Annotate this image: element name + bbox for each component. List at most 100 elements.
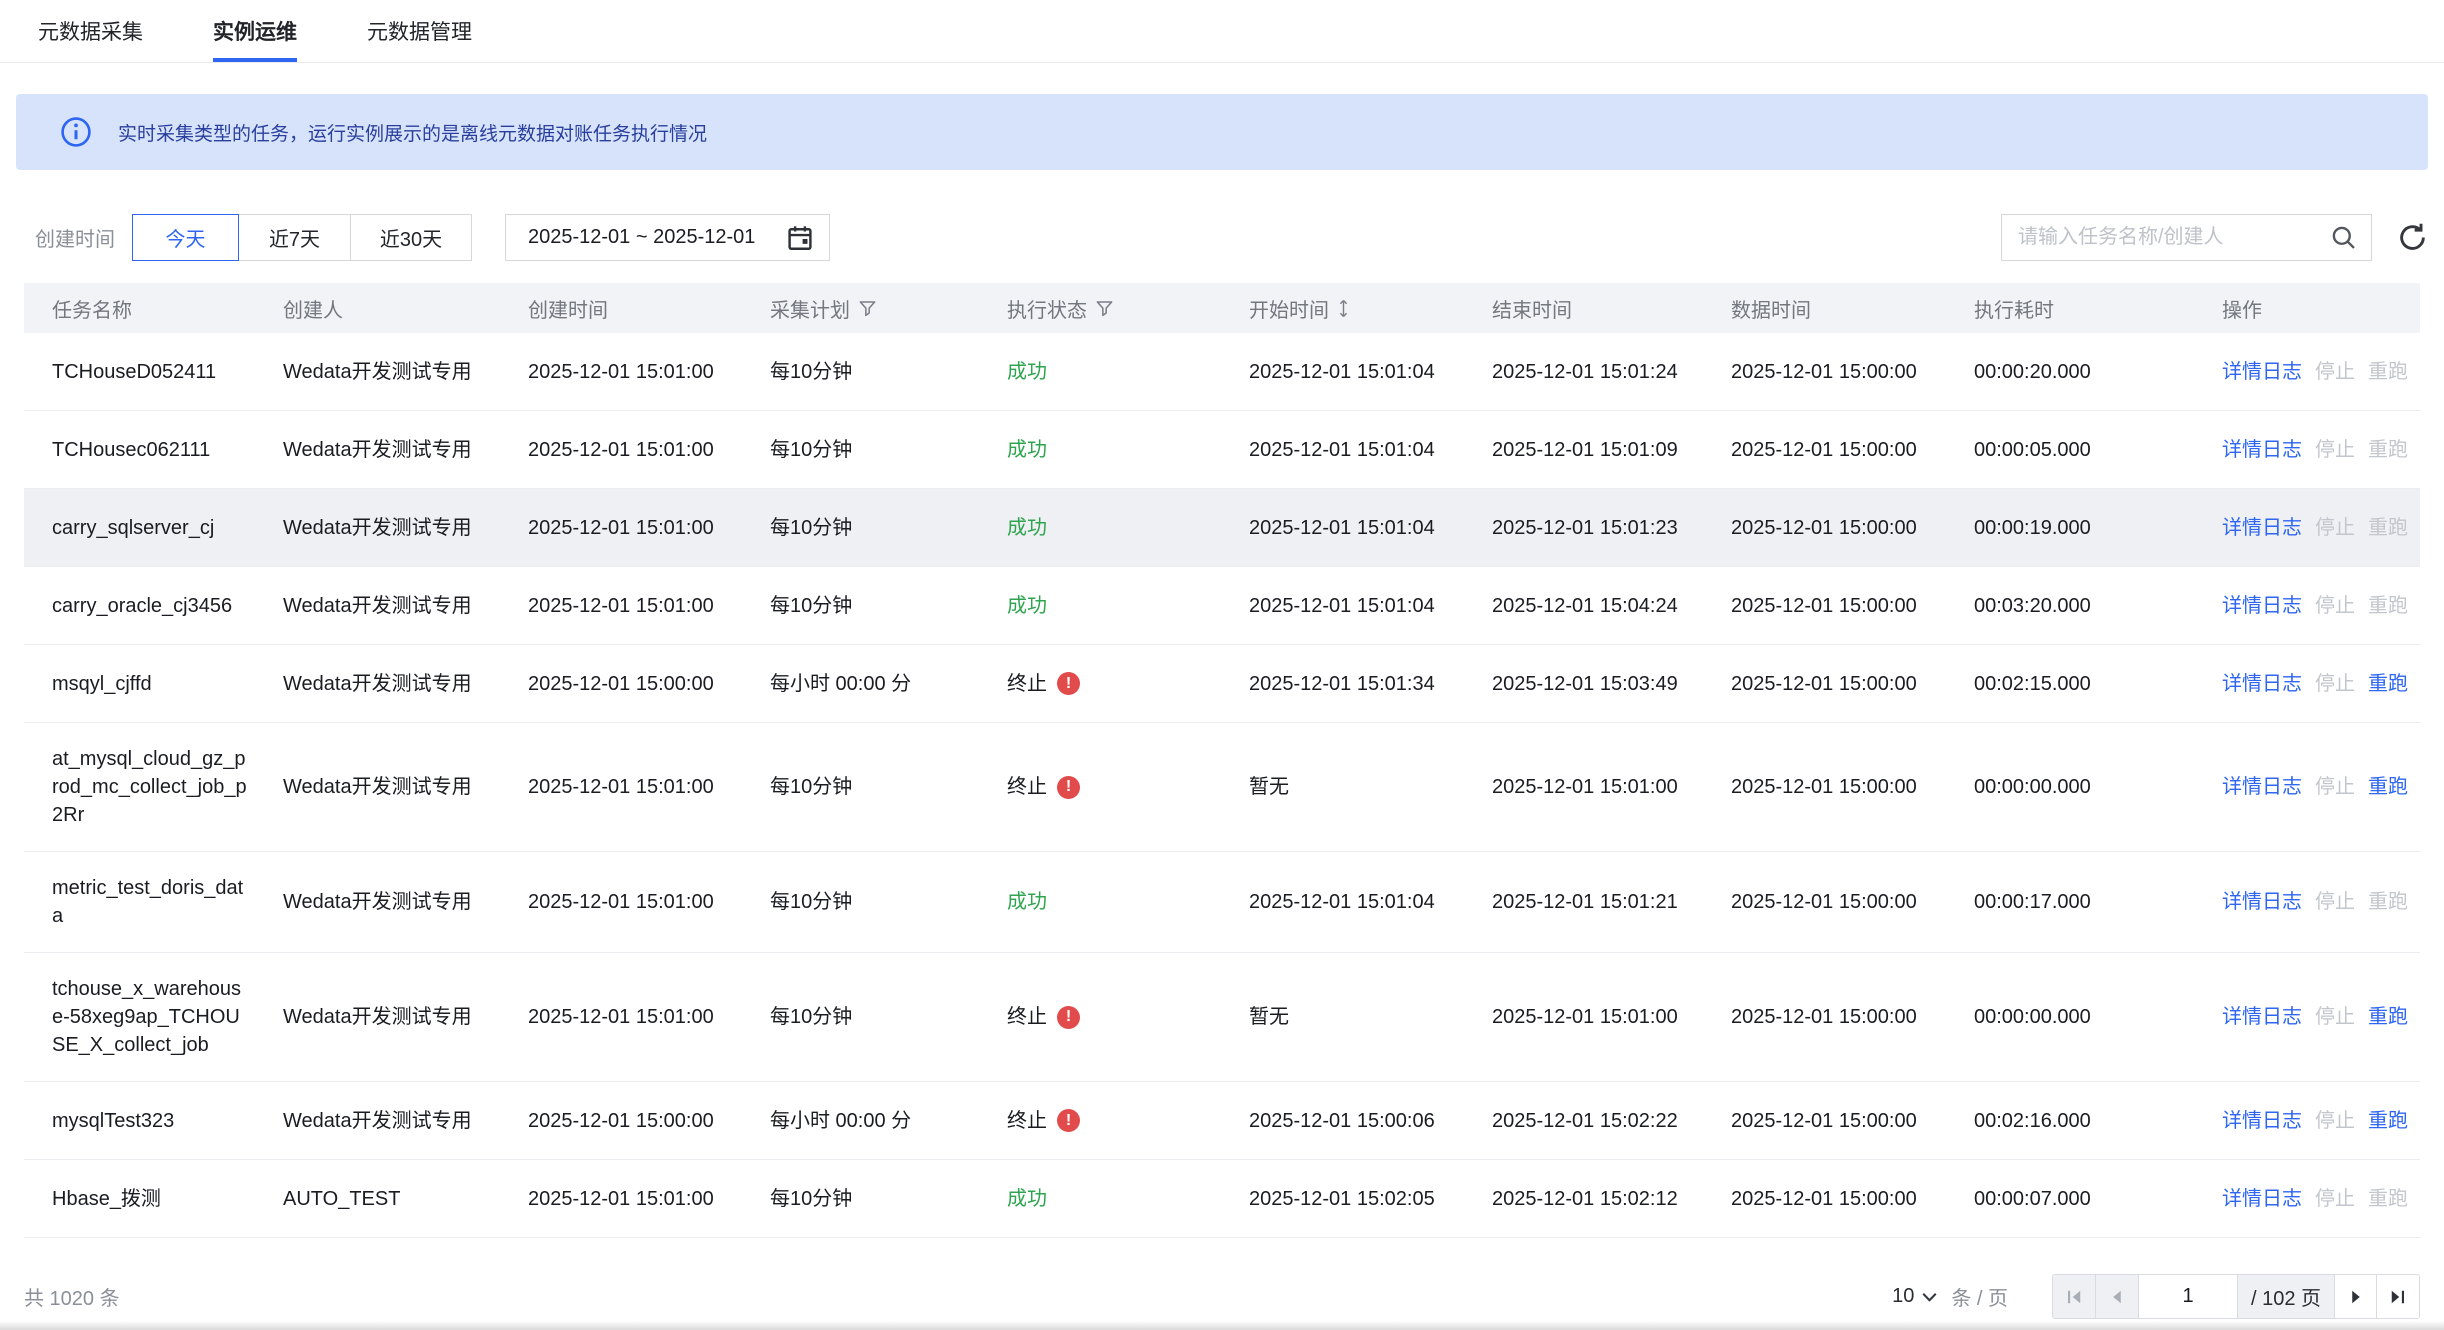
cell-schedule: 每小时 00:00 分 — [751, 645, 988, 722]
filter-icon[interactable] — [858, 299, 877, 318]
detail-log-link[interactable]: 详情日志 — [2222, 888, 2302, 916]
status-text: 终止 — [1007, 670, 1047, 698]
cell-schedule-text: 每10分钟 — [770, 888, 852, 916]
cell-duration: 00:00:07.000 — [1955, 1160, 2203, 1237]
rerun-link[interactable]: 重跑 — [2368, 773, 2408, 801]
search-icon[interactable] — [2330, 224, 2357, 251]
cell-data-time: 2025-12-01 15:00:00 — [1712, 1160, 1955, 1237]
cell-task-name-text: carry_sqlserver_cj — [52, 514, 214, 542]
cell-start-time: 2025-12-01 15:02:05 — [1230, 1160, 1473, 1237]
last-page-button[interactable] — [2377, 1275, 2419, 1318]
detail-log-link[interactable]: 详情日志 — [2222, 592, 2302, 620]
cell-actions: 详情日志停止重跑 — [2203, 567, 2420, 644]
column-label: 创建时间 — [528, 294, 608, 323]
cell-task-name: carry_sqlserver_cj — [24, 489, 264, 566]
cell-data-time-text: 2025-12-01 15:00:00 — [1731, 1003, 1917, 1031]
date-range-picker[interactable]: 2025-12-01 ~ 2025-12-01 — [505, 214, 830, 261]
cell-duration-text: 00:00:20.000 — [1974, 358, 2091, 386]
search-box — [2001, 214, 2372, 261]
status-text: 成功 — [1007, 514, 1047, 542]
cell-start-time-text: 2025-12-01 15:01:04 — [1249, 436, 1435, 464]
column-header-name: 任务名称 — [24, 283, 264, 333]
cell-created-time-text: 2025-12-01 15:01:00 — [528, 358, 714, 386]
detail-log-link[interactable]: 详情日志 — [2222, 358, 2302, 386]
first-page-button — [2053, 1275, 2096, 1318]
cell-schedule: 每10分钟 — [751, 852, 988, 952]
refresh-button[interactable] — [2394, 220, 2430, 256]
detail-log-link[interactable]: 详情日志 — [2222, 1107, 2302, 1135]
pagination: 10 条 / 页 / 102 页 — [1892, 1274, 2420, 1319]
table-row: TCHouseD052411Wedata开发测试专用2025-12-01 15:… — [24, 333, 2420, 411]
cell-data-time: 2025-12-01 15:00:00 — [1712, 645, 1955, 722]
cell-start-time: 2025-12-01 15:01:04 — [1230, 489, 1473, 566]
sort-icon[interactable] — [1337, 299, 1350, 318]
date-range-value: 2025-12-01 ~ 2025-12-01 — [528, 226, 755, 249]
cell-schedule: 每小时 00:00 分 — [751, 1082, 988, 1159]
table-row: carry_oracle_cj3456 Wedata开发测试专用 2025-12-0… — [24, 567, 2420, 645]
cell-creator: Wedata开发测试专用 — [264, 567, 509, 644]
detail-log-link[interactable]: 详情日志 — [2222, 1003, 2302, 1031]
stop-link: 停止 — [2315, 592, 2355, 620]
info-banner: 实时采集类型的任务，运行实例展示的是离线元数据对账任务执行情况 — [16, 94, 2428, 170]
chevron-down-icon — [1922, 1292, 1937, 1302]
search-input[interactable] — [2018, 226, 2330, 249]
column-header-start: 开始时间 — [1230, 283, 1473, 333]
rerun-link: 重跑 — [2368, 436, 2408, 464]
current-page-input[interactable] — [2139, 1275, 2238, 1318]
cell-end-time-text: 2025-12-01 15:02:22 — [1492, 1107, 1678, 1135]
detail-log-link[interactable]: 详情日志 — [2222, 514, 2302, 542]
detail-log-link[interactable]: 详情日志 — [2222, 1185, 2302, 1213]
cell-creator: AUTO_TEST — [264, 1160, 509, 1237]
cell-data-time-text: 2025-12-01 15:00:00 — [1731, 514, 1917, 542]
tab-instance-ops[interactable]: 实例运维 — [213, 0, 297, 62]
cell-creator: Wedata开发测试专用 — [264, 645, 509, 722]
next-page-button[interactable] — [2335, 1275, 2377, 1318]
cell-status: 终止! — [988, 1082, 1230, 1159]
cell-creator: Wedata开发测试专用 — [264, 953, 509, 1081]
banner-text: 实时采集类型的任务，运行实例展示的是离线元数据对账任务执行情况 — [118, 119, 707, 146]
cell-data-time: 2025-12-01 15:00:00 — [1712, 333, 1955, 410]
range-30days-button[interactable]: 近30天 — [350, 214, 472, 261]
page-size-select[interactable]: 10 — [1892, 1285, 1937, 1308]
cell-actions: 详情日志停止重跑 — [2203, 489, 2420, 566]
status-text: 成功 — [1007, 592, 1047, 620]
tab-metadata-collection[interactable]: 元数据采集 — [38, 0, 143, 62]
rerun-link[interactable]: 重跑 — [2368, 1107, 2408, 1135]
rerun-link: 重跑 — [2368, 514, 2408, 542]
cell-schedule: 每10分钟 — [751, 411, 988, 488]
detail-log-link[interactable]: 详情日志 — [2222, 773, 2302, 801]
column-header-schedule: 采集计划 — [751, 283, 988, 333]
cell-schedule: 每10分钟 — [751, 333, 988, 410]
next-page-icon — [2346, 1287, 2366, 1307]
range-7days-button[interactable]: 近7天 — [238, 214, 351, 261]
cell-end-time: 2025-12-01 15:02:12 — [1473, 1160, 1712, 1237]
rerun-link[interactable]: 重跑 — [2368, 1003, 2408, 1031]
filter-icon[interactable] — [1095, 299, 1114, 318]
cell-start-time-text: 2025-12-01 15:01:04 — [1249, 514, 1435, 542]
cell-creator-text: Wedata开发测试专用 — [283, 670, 472, 698]
cell-schedule: 每10分钟 — [751, 953, 988, 1081]
cell-duration-text: 00:03:20.000 — [1974, 592, 2091, 620]
column-label: 操作 — [2222, 294, 2262, 323]
tab-metadata-management[interactable]: 元数据管理 — [367, 0, 472, 62]
cell-task-name: Hbase_拨测 — [24, 1160, 264, 1237]
cell-schedule: 每10分钟 — [751, 723, 988, 851]
detail-log-link[interactable]: 详情日志 — [2222, 670, 2302, 698]
cell-schedule-text: 每10分钟 — [770, 514, 852, 542]
rerun-link: 重跑 — [2368, 1185, 2408, 1213]
cell-start-time-text: 2025-12-01 15:01:04 — [1249, 592, 1435, 620]
instance-table: 任务名称创建人创建时间采集计划执行状态开始时间结束时间数据时间执行耗时操作 TC… — [24, 283, 2420, 1238]
table-row: msqyl_cjffdWedata开发测试专用2025-12-01 15:00:… — [24, 645, 2420, 723]
table-footer: 共 1020 条 10 条 / 页 — [24, 1274, 2420, 1319]
cell-data-time-text: 2025-12-01 15:00:00 — [1731, 670, 1917, 698]
create-time-label: 创建时间 — [35, 223, 115, 252]
cell-created-time-text: 2025-12-01 15:01:00 — [528, 514, 714, 542]
detail-log-link[interactable]: 详情日志 — [2222, 436, 2302, 464]
cell-task-name-text: carry_oracle_cj3456 — [52, 592, 232, 620]
rerun-link[interactable]: 重跑 — [2368, 670, 2408, 698]
cell-creator: Wedata开发测试专用 — [264, 723, 509, 851]
cell-start-time-text: 2025-12-01 15:01:34 — [1249, 670, 1435, 698]
cell-start-time: 暂无 — [1230, 953, 1473, 1081]
range-today-button[interactable]: 今天 — [132, 214, 239, 261]
cell-schedule: 每10分钟 — [751, 567, 988, 644]
